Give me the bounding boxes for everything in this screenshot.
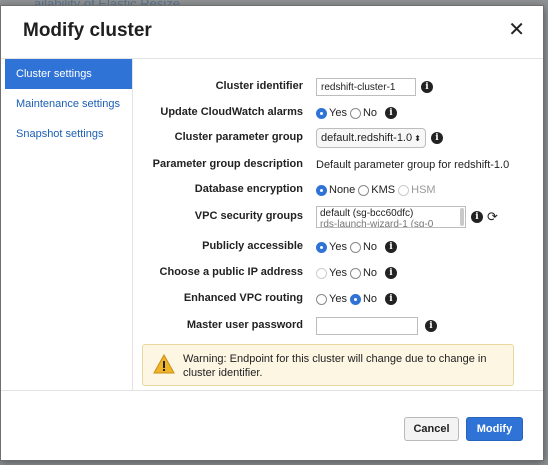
close-icon[interactable]: ✕ (508, 20, 525, 40)
parameter-group-value: default.redshift-1.0 (321, 132, 413, 144)
publicly-accessible-label: Publicly accessible (202, 240, 303, 252)
row-parameter-group-description: Parameter group description Default para… (135, 154, 535, 176)
info-icon[interactable]: i (385, 293, 398, 305)
vpc-routing-no-label: No (362, 293, 378, 305)
info-icon[interactable]: i (385, 267, 398, 279)
cloudwatch-no-radio[interactable] (349, 107, 361, 119)
cloudwatch-no-label: No (362, 107, 378, 119)
select-arrows-icon: ⬍ (414, 133, 421, 143)
public-yes-label: Yes (329, 241, 347, 253)
cluster-identifier-input[interactable] (316, 78, 416, 96)
public-ip-no-label: No (362, 267, 378, 279)
master-password-input[interactable] (316, 317, 418, 335)
row-database-encryption: Database encryption None KMS HSM (135, 179, 535, 201)
public-no-label: No (362, 241, 378, 253)
list-scrollbar[interactable] (460, 208, 464, 226)
parameter-group-description-label: Parameter group description (152, 158, 303, 170)
public-ip-label: Choose a public IP address (159, 266, 303, 278)
encryption-kms-radio[interactable] (358, 184, 370, 196)
master-password-label: Master user password (186, 319, 303, 331)
row-vpc-security-groups: VPC security groups default (sg-bcc60dfc… (135, 206, 535, 228)
parameter-group-label: Cluster parameter group (174, 131, 303, 143)
encryption-hsm-label: HSM (411, 184, 436, 196)
warning-text: Warning: Endpoint for this cluster will … (183, 353, 487, 379)
sidebar-item-cluster-settings[interactable]: Cluster settings (5, 59, 132, 89)
row-enhanced-vpc-routing: Enhanced VPC routing Yes No i (135, 288, 535, 310)
footer-divider (1, 390, 543, 391)
cloudwatch-yes-label: Yes (329, 107, 347, 119)
refresh-icon[interactable]: ⟳ (487, 209, 498, 225)
encryption-none-radio[interactable] (316, 184, 327, 196)
dialog-header: Modify cluster ✕ (1, 6, 543, 59)
cancel-button[interactable]: Cancel (404, 417, 459, 441)
row-parameter-group: Cluster parameter group default.redshift… (135, 127, 535, 149)
sidebar-item-snapshot-settings[interactable]: Snapshot settings (5, 119, 132, 149)
public-ip-no-radio[interactable] (349, 267, 361, 279)
encryption-none-label: None (329, 184, 356, 196)
info-icon[interactable]: i (421, 81, 433, 93)
row-publicly-accessible: Publicly accessible Yes No i (135, 236, 535, 258)
settings-sidebar: Cluster settings Maintenance settings Sn… (5, 59, 133, 390)
info-icon[interactable]: i (431, 132, 443, 144)
parameter-group-select[interactable]: default.redshift-1.0 ⬍ (316, 128, 426, 148)
vpc-security-groups-label: VPC security groups (194, 210, 303, 222)
modify-button[interactable]: Modify (466, 417, 523, 441)
vpc-security-group-option[interactable]: rds-launch-wizard-1 (sg-0 (320, 219, 462, 227)
warning-icon (153, 354, 175, 374)
enhanced-vpc-routing-label: Enhanced VPC routing (183, 292, 303, 304)
vpc-security-groups-list[interactable]: default (sg-bcc60dfc) rds-launch-wizard-… (316, 206, 466, 228)
info-icon[interactable]: i (385, 241, 398, 253)
sidebar-item-maintenance-settings[interactable]: Maintenance settings (5, 89, 132, 119)
public-ip-yes-radio[interactable] (316, 267, 327, 279)
encryption-kms-label: KMS (371, 184, 396, 196)
dialog-title: Modify cluster (23, 20, 152, 41)
info-icon[interactable]: i (385, 107, 398, 119)
cluster-identifier-label: Cluster identifier (215, 80, 303, 92)
modify-cluster-dialog: Modify cluster ✕ Cluster settings Mainte… (0, 5, 544, 461)
row-master-password: Master user password i (135, 315, 535, 337)
row-cluster-identifier: Cluster identifier i (135, 76, 535, 98)
vpc-routing-yes-radio[interactable] (316, 293, 327, 305)
row-public-ip: Choose a public IP address Yes No i (135, 262, 535, 284)
database-encryption-label: Database encryption (194, 183, 303, 195)
cloudwatch-alarms-label: Update CloudWatch alarms (160, 106, 303, 118)
parameter-group-description-value: Default parameter group for redshift-1.0 (316, 159, 510, 171)
endpoint-warning: Warning: Endpoint for this cluster will … (142, 344, 514, 386)
vpc-routing-yes-label: Yes (329, 293, 347, 305)
row-cloudwatch-alarms: Update CloudWatch alarms Yes No i (135, 102, 535, 124)
cloudwatch-yes-radio[interactable] (316, 107, 327, 119)
vpc-security-group-option[interactable]: default (sg-bcc60dfc) (320, 208, 462, 219)
public-no-radio[interactable] (349, 241, 361, 253)
public-ip-yes-label: Yes (329, 267, 347, 279)
public-yes-radio[interactable] (316, 241, 327, 253)
encryption-hsm-radio[interactable] (398, 184, 410, 196)
info-icon[interactable]: i (425, 320, 437, 332)
vpc-routing-no-radio[interactable] (349, 293, 361, 305)
info-icon[interactable]: i (471, 211, 483, 223)
